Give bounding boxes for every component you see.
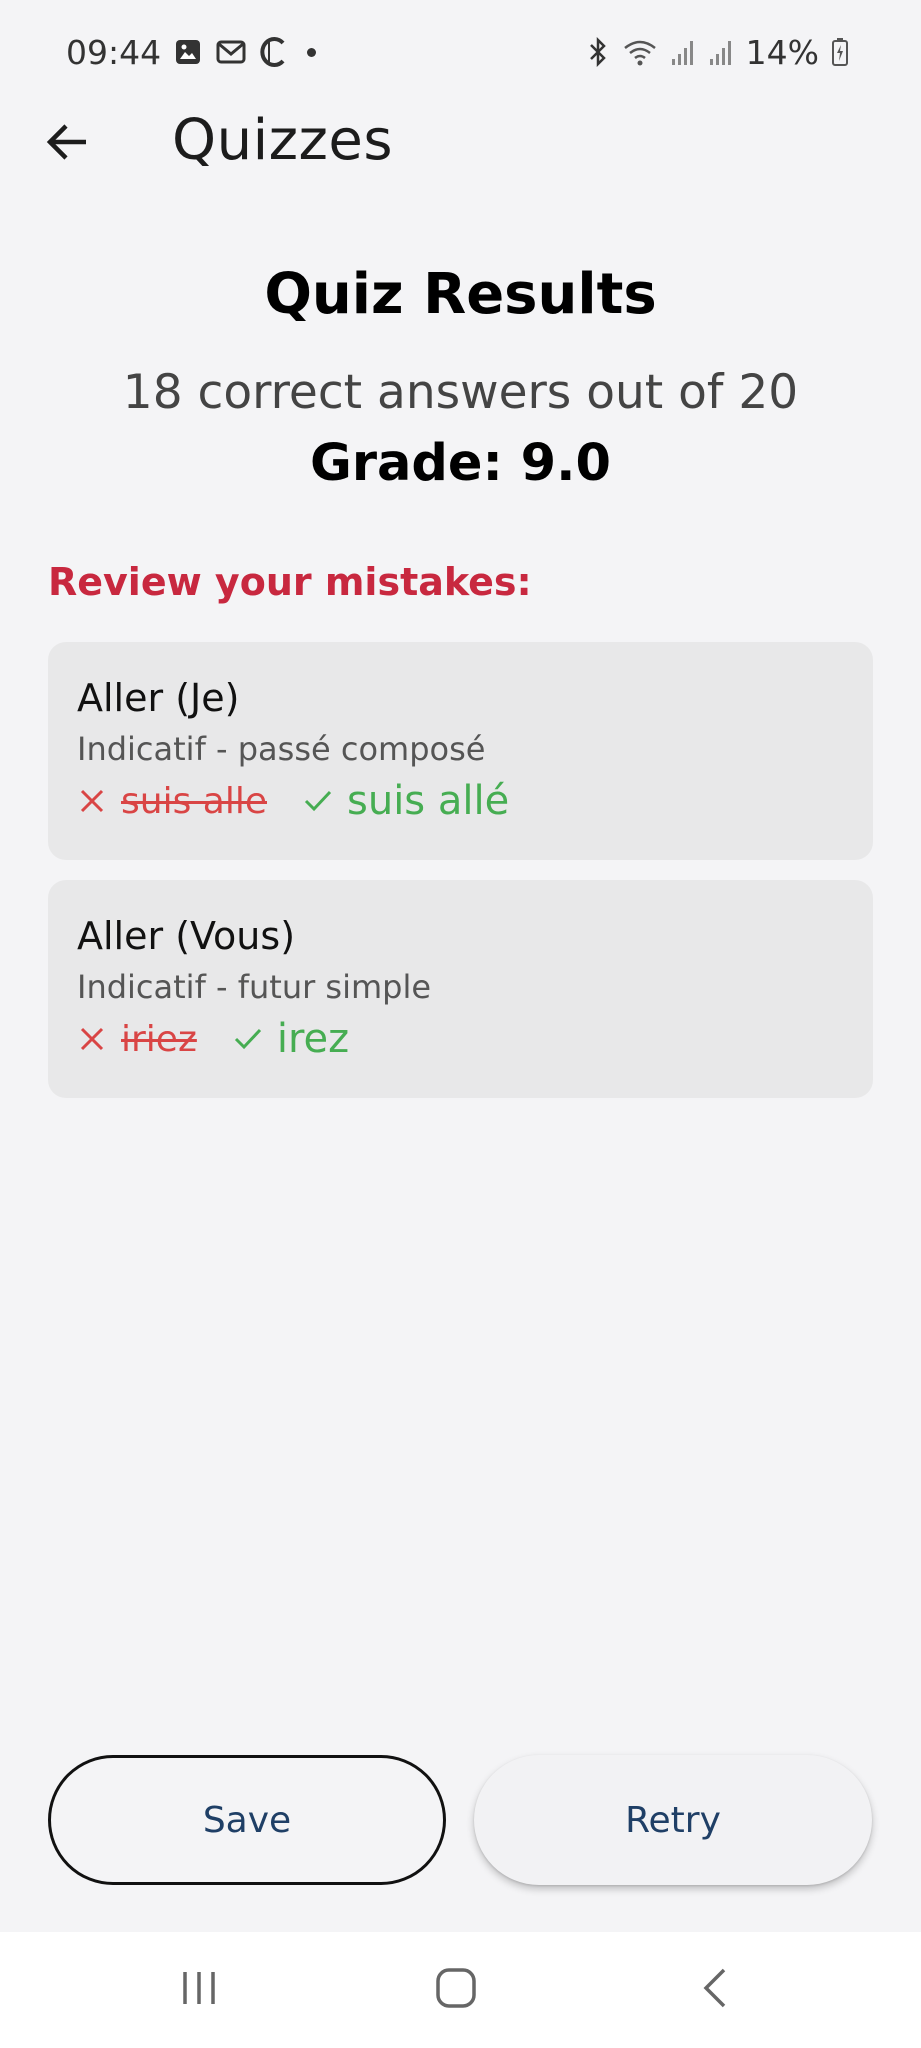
status-time: 09:44 <box>66 32 162 72</box>
mistake-verb: Aller (Vous) <box>77 914 296 958</box>
gmail-icon <box>215 35 247 69</box>
correct-answer: suis allé <box>347 778 510 824</box>
system-nav-bar <box>0 1932 921 2048</box>
wrong-answer: suis alle <box>121 780 267 822</box>
recent-apps-icon <box>179 1968 219 2012</box>
check-icon <box>233 1024 263 1054</box>
mistake-tense: Indicatif - passé composé <box>77 730 486 768</box>
results-title: Quiz Results <box>264 262 657 327</box>
dot-icon <box>307 47 317 57</box>
save-button[interactable]: Save <box>48 1755 446 1885</box>
mistake-answers: iriez irez <box>77 1016 349 1062</box>
back-icon <box>700 1966 730 2014</box>
wrong-answer: iriez <box>121 1018 197 1060</box>
c-app-icon <box>259 35 287 69</box>
status-bar: 09:44 14% <box>0 0 921 104</box>
mistake-answers: suis alle suis allé <box>77 778 509 824</box>
recent-apps-button[interactable] <box>164 1958 234 2022</box>
results-summary: 18 correct answers out of 20 <box>122 365 799 420</box>
app-bar: Quizzes <box>0 104 921 184</box>
cross-icon <box>77 786 107 816</box>
signal-icon <box>670 35 696 69</box>
gallery-icon <box>173 35 203 69</box>
cross-icon <box>77 1024 107 1054</box>
status-right: 14% <box>586 33 849 72</box>
battery-percent: 14% <box>745 32 819 72</box>
home-icon <box>434 1966 478 2014</box>
review-heading: Review your mistakes: <box>48 560 532 604</box>
back-button[interactable] <box>38 114 98 174</box>
wifi-icon <box>622 35 658 69</box>
page-title: Quizzes <box>172 108 394 173</box>
correct-answer: irez <box>276 1016 350 1062</box>
arrow-left-icon <box>46 122 90 166</box>
mistake-verb: Aller (Je) <box>77 676 240 720</box>
home-button[interactable] <box>421 1958 491 2022</box>
check-icon <box>303 786 333 816</box>
mistake-card: Aller (Je) Indicatif - passé composé sui… <box>48 642 873 860</box>
mistake-tense: Indicatif - futur simple <box>77 968 432 1006</box>
battery-charging-icon <box>831 35 849 69</box>
signal-icon <box>708 35 734 69</box>
mistake-card: Aller (Vous) Indicatif - futur simple ir… <box>48 880 873 1098</box>
results-grade: Grade: 9.0 <box>309 434 612 493</box>
nav-back-button[interactable] <box>680 1958 750 2022</box>
retry-button[interactable]: Retry <box>474 1755 872 1885</box>
bluetooth-icon <box>586 35 610 69</box>
status-left: 09:44 <box>66 32 317 72</box>
